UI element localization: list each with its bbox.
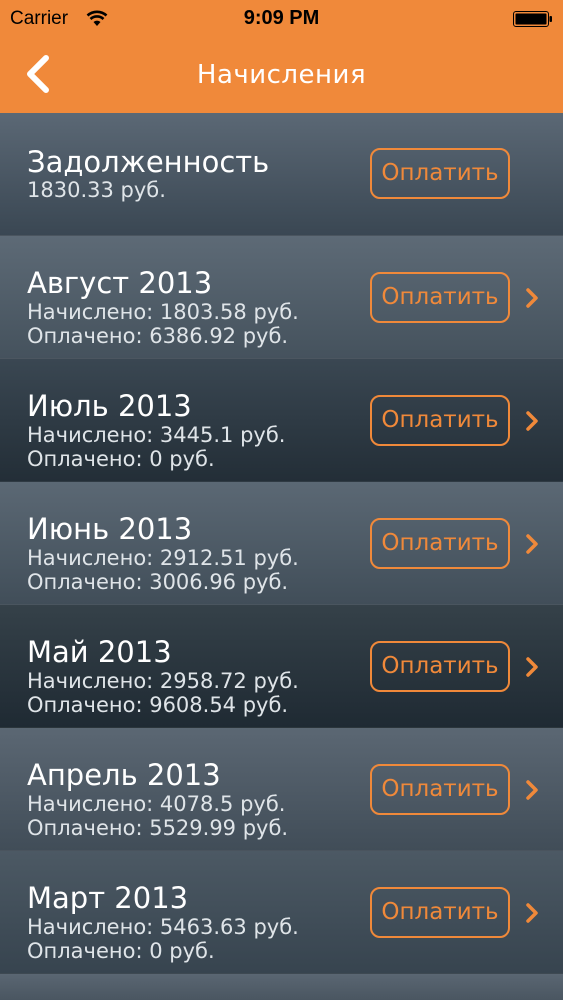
accrued-text: Начислено: 4078.5 руб.	[27, 792, 286, 816]
paid-text: Оплачено: 0 руб.	[27, 939, 215, 963]
debt-row: Задолженность 1830.33 руб. Оплатить	[0, 113, 563, 236]
paid-text: Оплачено: 6386.92 руб.	[27, 324, 289, 348]
accrued-text: Начислено: 3445.1 руб.	[27, 423, 286, 447]
chevron-right-icon	[526, 657, 538, 677]
status-time: 9:09 PM	[243, 7, 320, 29]
month-title: Март 2013	[27, 881, 189, 915]
pay-debt-button[interactable]: Оплатить	[370, 148, 510, 199]
chevron-right-icon	[526, 288, 538, 308]
pay-button[interactable]: Оплатить	[370, 272, 510, 323]
page-title: Начисления	[196, 60, 367, 90]
debt-amount: 1830.33 руб.	[27, 178, 166, 202]
month-title: Июль 2013	[27, 389, 192, 423]
month-row[interactable]: Июль 2013 Начислено: 3445.1 руб. Оплачен…	[0, 359, 563, 482]
month-row[interactable]: Апрель 2013 Начислено: 4078.5 руб. Оплач…	[0, 728, 563, 851]
debt-title: Задолженность	[27, 145, 270, 179]
charges-list: Задолженность 1830.33 руб. Оплатить Авгу…	[0, 113, 563, 974]
chevron-right-icon	[526, 534, 538, 554]
month-row[interactable]: Март 2013 Начислено: 5463.63 руб. Оплаче…	[0, 851, 563, 974]
month-title: Апрель 2013	[27, 758, 221, 792]
paid-text: Оплачено: 9608.54 руб.	[27, 693, 289, 717]
chevron-right-icon	[526, 903, 538, 923]
month-row[interactable]: Июнь 2013 Начислено: 2912.51 руб. Оплаче…	[0, 482, 563, 605]
accrued-text: Начислено: 1803.58 руб.	[27, 300, 299, 324]
month-row[interactable]: Август 2013 Начислено: 1803.58 руб. Опла…	[0, 236, 563, 359]
accrued-text: Начислено: 2958.72 руб.	[27, 669, 299, 693]
status-bar: Carrier 9:09 PM	[0, 0, 563, 38]
month-title: Май 2013	[27, 635, 172, 669]
list-item-partial[interactable]	[0, 974, 563, 1000]
pay-button[interactable]: Оплатить	[370, 764, 510, 815]
paid-text: Оплачено: 0 руб.	[27, 447, 215, 471]
pay-button[interactable]: Оплатить	[370, 395, 510, 446]
month-row[interactable]: Май 2013 Начислено: 2958.72 руб. Оплачен…	[0, 605, 563, 728]
paid-text: Оплачено: 3006.96 руб.	[27, 570, 289, 594]
pay-button[interactable]: Оплатить	[370, 887, 510, 938]
pay-button[interactable]: Оплатить	[370, 518, 510, 569]
chevron-right-icon	[526, 780, 538, 800]
accrued-text: Начислено: 5463.63 руб.	[27, 915, 299, 939]
month-title: Август 2013	[27, 266, 213, 300]
chevron-right-icon	[526, 411, 538, 431]
month-title: Июнь 2013	[27, 512, 193, 546]
pay-button[interactable]: Оплатить	[370, 641, 510, 692]
paid-text: Оплачено: 5529.99 руб.	[27, 816, 289, 840]
battery-icon	[513, 11, 552, 27]
accrued-text: Начислено: 2912.51 руб.	[27, 546, 299, 570]
navigation-bar: Начисления	[0, 38, 563, 113]
